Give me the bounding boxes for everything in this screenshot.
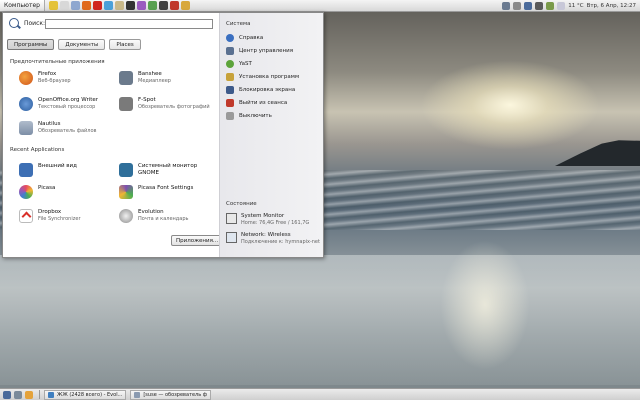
clock[interactable]: Втр, 6 Апр, 12:27 <box>587 3 636 9</box>
app-evolution[interactable]: Evolution Почта и календарь <box>119 209 188 223</box>
system-item-install[interactable]: Установка программ <box>226 73 299 81</box>
clipboard-icon[interactable] <box>513 1 522 10</box>
pdf-icon[interactable] <box>169 1 179 10</box>
system-item-control-center[interactable]: Центр управления <box>226 47 293 55</box>
system-item-yast[interactable]: YaST <box>226 60 252 68</box>
edit-icon[interactable] <box>48 1 58 10</box>
app-dropbox[interactable]: Dropbox File Synchronizer <box>19 209 81 223</box>
search-label: Поиск: <box>24 19 46 27</box>
install-icon <box>226 73 234 81</box>
wallpaper-sun-glow <box>420 60 600 150</box>
fspot-icon <box>119 97 133 111</box>
show-desktop-icon[interactable] <box>3 390 11 399</box>
wallpaper-reflection <box>440 240 530 370</box>
app-picasa-font-settings[interactable]: Picasa Font Settings <box>119 185 193 199</box>
mail-icon <box>48 391 54 398</box>
computer-menu-button[interactable]: Компьютер <box>0 0 45 11</box>
logout-icon <box>226 99 234 107</box>
control-center-icon <box>226 47 234 55</box>
system-item-shutdown[interactable]: Выключить <box>226 112 272 120</box>
app-nautilus[interactable]: Nautilus Обозреватель файлов <box>19 121 97 135</box>
network-icon <box>226 232 237 243</box>
taskbar-button-file-browser[interactable]: [suse — обозреватель ф <box>130 389 212 400</box>
writer-icon <box>19 97 33 111</box>
opera-icon[interactable] <box>92 1 102 10</box>
search-row: Поиск: <box>9 18 45 28</box>
music-icon[interactable] <box>136 1 146 10</box>
firefox-icon <box>19 71 33 85</box>
launcher-bar <box>48 1 190 10</box>
note-icon[interactable] <box>59 1 69 10</box>
mail-icon[interactable] <box>103 1 113 10</box>
system-title: Система <box>226 21 251 27</box>
volume-icon[interactable] <box>535 1 544 10</box>
recent-title: Recent Applications <box>10 147 65 153</box>
tab-places[interactable]: Places <box>109 39 141 50</box>
app-firefox[interactable]: Firefox Веб-браузер <box>19 71 71 85</box>
app-fspot[interactable]: F-Spot Обозреватель фотографий <box>119 97 210 111</box>
favorites-title: Предпочтительные приложения <box>10 59 105 65</box>
notes-icon[interactable] <box>25 390 33 399</box>
appearance-icon <box>19 163 33 177</box>
wallpaper-shore <box>0 255 640 385</box>
battery-icon[interactable] <box>546 1 555 10</box>
weather-icon[interactable] <box>557 1 566 10</box>
terminal-icon[interactable] <box>125 1 135 10</box>
search-input[interactable] <box>45 19 213 29</box>
updater-icon[interactable] <box>502 1 511 10</box>
hdd-icon <box>226 213 237 224</box>
help-icon <box>226 34 234 42</box>
top-panel: Компьютер 11 °C Втр, 6 Апр, 12:27 <box>0 0 640 12</box>
picasa-icon <box>19 185 33 199</box>
status-network[interactable]: Network: Wireless Подключение к: hymnapix… <box>226 232 320 245</box>
menu-system-pane: Система Справка Центр управления YaST Ус… <box>219 13 323 257</box>
system-item-help[interactable]: Справка <box>226 34 263 42</box>
app-banshee[interactable]: Banshee Медиаплеер <box>119 71 171 85</box>
wallpaper-headland <box>555 140 640 166</box>
bottom-panel: ЖЖ (2428 всего) - Evol... [suse — обозре… <box>0 388 640 400</box>
lock-icon <box>226 86 234 94</box>
video-icon[interactable] <box>158 1 168 10</box>
evolution-icon <box>119 209 133 223</box>
network-tray-icon[interactable] <box>524 1 533 10</box>
folder-icon <box>19 121 33 135</box>
tab-programs[interactable]: Программы <box>7 39 55 50</box>
taskbar-button-evolution[interactable]: ЖЖ (2428 всего) - Evol... <box>44 389 127 400</box>
app-writer[interactable]: OpenOffice.org Writer Текстовый процессор <box>19 97 98 111</box>
system-item-lock[interactable]: Блокировка экрана <box>226 86 295 94</box>
search-icon <box>9 18 19 28</box>
panel-divider <box>39 390 40 399</box>
app-appearance[interactable]: Внешний вид <box>19 163 77 177</box>
calendar-icon[interactable] <box>70 1 80 10</box>
firefox-icon[interactable] <box>81 1 91 10</box>
image-icon[interactable] <box>180 1 190 10</box>
status-system-monitor[interactable]: System Monitor Home: 76,4G Free / 161,7G <box>226 213 309 226</box>
all-applications-button[interactable]: Приложения... <box>171 235 224 246</box>
temperature-label[interactable]: 11 °C <box>568 3 583 9</box>
main-menu: Поиск: Программы Документы Places Предпо… <box>2 12 324 258</box>
menu-apps-pane: Поиск: Программы Документы Places Предпо… <box>3 13 224 257</box>
status-title: Состояние <box>226 201 257 207</box>
monitor-icon <box>119 163 133 177</box>
app-picasa[interactable]: Picasa <box>19 185 55 199</box>
banshee-icon <box>119 71 133 85</box>
tab-documents[interactable]: Документы <box>58 39 106 50</box>
dropbox-icon <box>19 209 33 223</box>
system-tray: 11 °C Втр, 6 Апр, 12:27 <box>502 1 640 10</box>
picasa-font-icon <box>119 185 133 199</box>
workspace-icon[interactable] <box>14 390 22 399</box>
menu-tabs: Программы Документы Places <box>7 39 141 50</box>
system-item-logout[interactable]: Выйти из сеанса <box>226 99 287 107</box>
shutdown-icon <box>226 112 234 120</box>
home-icon[interactable] <box>114 1 124 10</box>
app-system-monitor[interactable]: Системный монитор GNOME <box>119 163 219 177</box>
folder-icon <box>134 391 141 398</box>
yast-icon <box>226 60 234 68</box>
chat-icon[interactable] <box>147 1 157 10</box>
